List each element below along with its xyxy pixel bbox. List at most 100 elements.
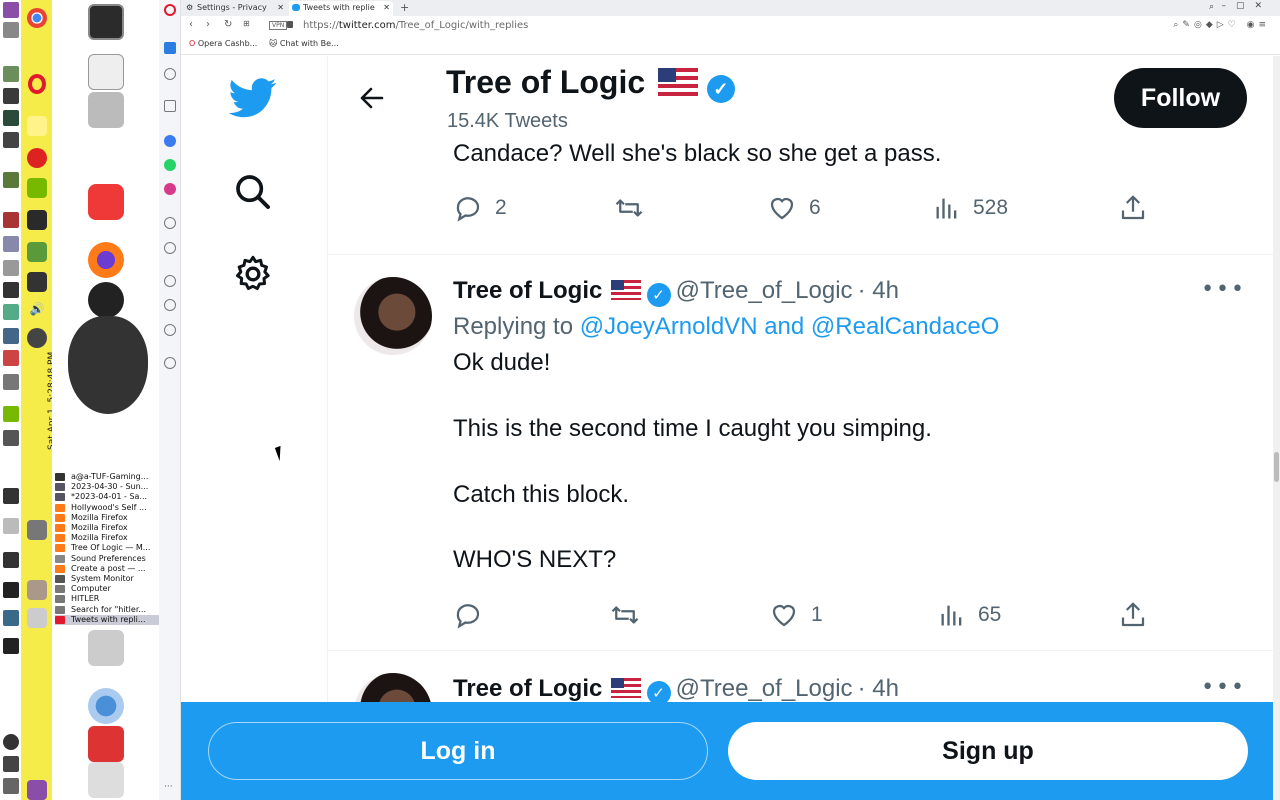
signup-button[interactable]: Sign up [728, 722, 1248, 780]
app-icon[interactable] [3, 582, 19, 598]
taskbar-item[interactable]: 2023-04-30 - Sun... [55, 482, 159, 492]
taskbar-item[interactable]: Mozilla Firefox [55, 513, 159, 523]
login-button[interactable]: Log in [208, 722, 708, 780]
home-icon[interactable] [164, 42, 176, 54]
vpn-badge[interactable]: VPN [269, 21, 288, 30]
messenger-icon[interactable] [164, 135, 176, 147]
monitor-icon[interactable] [3, 110, 19, 126]
chromium-icon[interactable] [88, 688, 124, 724]
mention-link[interactable]: @JoeyArnoldVN and @RealCandaceO [580, 313, 1000, 340]
app-icon[interactable] [27, 520, 47, 540]
app-icon[interactable] [3, 132, 19, 148]
scrollbar-thumb[interactable] [1274, 452, 1279, 482]
twitter-logo-icon[interactable] [229, 78, 277, 118]
chart-icon[interactable] [3, 212, 19, 228]
close-icon[interactable]: ✕ [277, 1, 284, 15]
views-button[interactable]: 65 [938, 595, 1001, 635]
nvidia-icon[interactable] [3, 406, 19, 422]
app-icon[interactable] [3, 430, 19, 446]
app-icon[interactable] [3, 236, 19, 252]
taskbar-item[interactable]: System Monitor [55, 574, 159, 584]
app-icon[interactable] [3, 374, 19, 390]
share-button[interactable] [1118, 188, 1148, 228]
heart-icon[interactable] [164, 275, 176, 287]
like-button[interactable]: 6 [767, 188, 821, 228]
file-cabinet-icon[interactable] [88, 92, 124, 128]
taskbar-item[interactable]: *2023-04-01 - Sa... [55, 492, 159, 502]
author-handle[interactable]: @Tree_of_Logic [676, 277, 853, 304]
tweet-time[interactable]: · 4h [858, 277, 899, 304]
bag-icon[interactable] [164, 100, 176, 112]
tab-tweets[interactable]: Tweets with replie ✕ [289, 1, 393, 16]
app-icon[interactable] [27, 242, 47, 262]
gimp-icon[interactable] [68, 316, 148, 414]
opera-logo-icon[interactable] [164, 4, 176, 16]
lightbulb-icon[interactable] [164, 357, 176, 369]
app-icon[interactable] [3, 172, 19, 188]
retweet-button[interactable] [609, 595, 653, 635]
retweet-button[interactable] [613, 188, 657, 228]
taskbar-item[interactable]: Tweets with repli... [55, 614, 159, 625]
taskbar-item[interactable]: Search for "hitler... [55, 604, 159, 614]
menu-icon[interactable] [3, 2, 19, 18]
history-icon[interactable] [164, 299, 176, 311]
battery-icon[interactable] [27, 272, 47, 292]
taskbar-item[interactable]: a@a-TUF-Gaming... [55, 472, 159, 482]
reply-button[interactable]: 2 [453, 188, 507, 228]
star-icon[interactable] [164, 68, 176, 80]
author-name[interactable]: Tree of Logic [453, 277, 602, 304]
taskbar-item[interactable]: Sound Preferences [55, 554, 159, 564]
tweet-time[interactable]: · 4h [858, 675, 899, 702]
opera-icon[interactable] [28, 74, 46, 94]
like-button[interactable]: 1 [769, 595, 823, 635]
terminal-icon[interactable] [88, 4, 124, 40]
instagram-icon[interactable] [164, 183, 176, 195]
more-icon[interactable]: ··· [164, 782, 173, 792]
files-icon[interactable] [27, 608, 47, 628]
forward-icon[interactable]: › [206, 19, 210, 30]
reply-button[interactable] [453, 595, 495, 635]
notes-icon[interactable] [27, 116, 47, 136]
trash-icon[interactable] [88, 762, 124, 798]
nvidia-icon[interactable] [27, 178, 47, 198]
taskbar-item[interactable]: Computer [55, 584, 159, 594]
display-icon[interactable] [3, 282, 19, 298]
scrollbar[interactable] [1273, 56, 1280, 800]
drive-icon[interactable] [3, 518, 19, 534]
tab-settings[interactable]: ⚙ Settings - Privacy ✕ [183, 1, 287, 16]
taskbar-item[interactable]: Hollywood's Self ... [55, 503, 159, 513]
settings-gear-icon[interactable] [233, 254, 273, 294]
camera-icon[interactable] [88, 630, 124, 666]
views-button[interactable]: 528 [933, 188, 1008, 228]
taskbar-item[interactable]: Mozilla Firefox [55, 533, 159, 543]
firefox-icon[interactable] [88, 242, 124, 278]
tabs-grid-icon[interactable]: ⊞ [243, 19, 250, 28]
hanger-icon[interactable] [3, 304, 19, 320]
close-icon[interactable]: ✕ [383, 1, 390, 15]
app-icon[interactable] [3, 610, 19, 626]
url-field[interactable]: https://twitter.com/Tree_of_Logic/with_r… [303, 20, 528, 31]
volume-icon[interactable]: 🔊 [27, 302, 47, 322]
app-icon[interactable] [27, 780, 47, 800]
more-options-icon[interactable]: ••• [1201, 277, 1246, 302]
vivaldi-icon[interactable] [88, 184, 124, 220]
app-icon[interactable] [3, 350, 19, 366]
transfer-icon[interactable] [27, 210, 47, 230]
app-icon[interactable] [3, 328, 19, 344]
app-icon[interactable] [3, 552, 19, 568]
whatsapp-icon[interactable] [164, 159, 176, 171]
power-icon[interactable] [3, 734, 19, 750]
back-icon[interactable]: ‹ [189, 19, 193, 30]
obs-icon[interactable] [88, 282, 124, 318]
lock-icon[interactable] [3, 756, 19, 772]
clapper-icon[interactable] [3, 638, 19, 654]
text-editor-icon[interactable] [88, 54, 124, 90]
send-icon[interactable] [164, 242, 176, 254]
search-tabs-icon[interactable]: ⌕ [1209, 2, 1214, 12]
chrome-icon[interactable] [27, 8, 47, 28]
tweet[interactable]: Tree of Logic ✓ @Tree_of_Logic · 4h ••• … [328, 254, 1273, 650]
author-name[interactable]: Tree of Logic [453, 675, 602, 702]
author-handle[interactable]: @Tree_of_Logic [676, 675, 853, 702]
taskbar-item[interactable]: Tree Of Logic — M... [55, 543, 159, 553]
taskbar-item[interactable]: Mozilla Firefox [55, 523, 159, 533]
